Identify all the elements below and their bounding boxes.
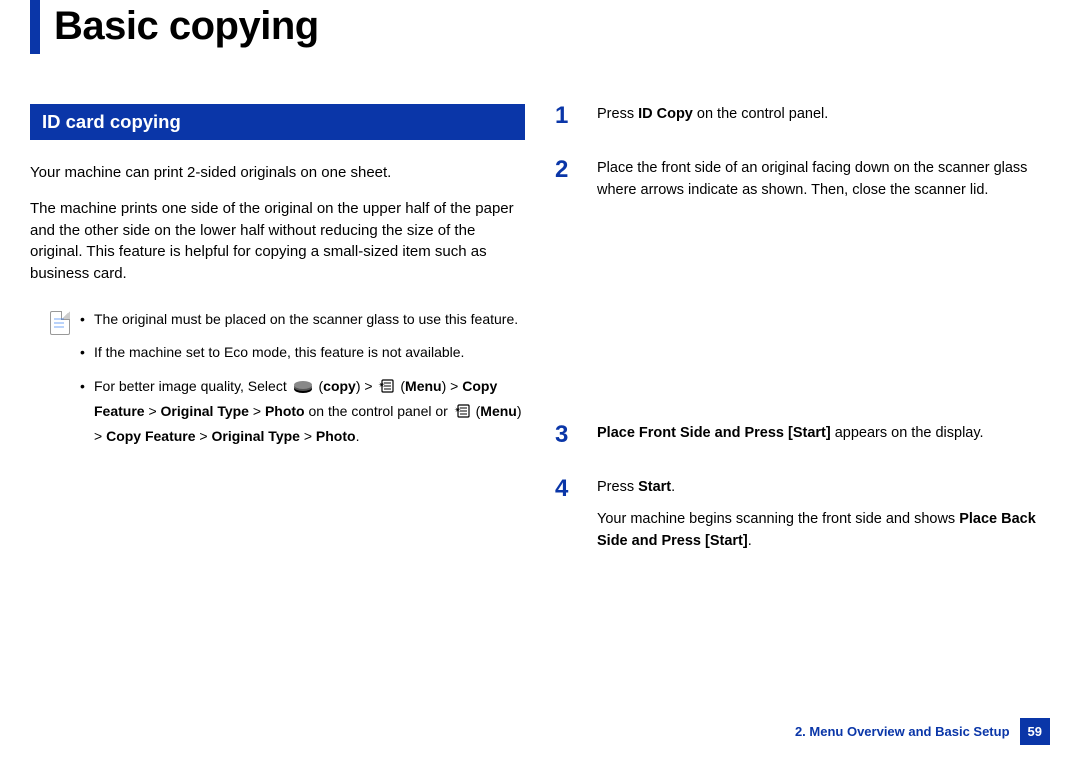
step4-p1-b: Start bbox=[638, 479, 671, 495]
note3-photo2: Photo bbox=[316, 428, 356, 444]
svg-text:✴: ✴ bbox=[454, 405, 462, 415]
footer-page-number: 59 bbox=[1020, 718, 1050, 745]
step-2-figure-placeholder bbox=[597, 211, 1050, 401]
content-columns: ID card copying Your machine can print 2… bbox=[30, 104, 1050, 584]
right-column: 1 Press ID Copy on the control panel. 2 … bbox=[555, 104, 1050, 584]
note3-gt6: > bbox=[196, 428, 212, 444]
step-4-number: 4 bbox=[555, 477, 579, 562]
step-2-number: 2 bbox=[555, 158, 579, 402]
note3-gt2: ) > bbox=[442, 378, 463, 394]
step-1: 1 Press ID Copy on the control panel. bbox=[555, 104, 1050, 136]
note3-copy: copy bbox=[323, 378, 356, 394]
step4-p1-t2: . bbox=[671, 479, 675, 495]
step4-p1-t1: Press bbox=[597, 479, 638, 495]
note3-origtype: Original Type bbox=[161, 403, 249, 419]
note3-menu: Menu bbox=[405, 378, 442, 394]
step-2: 2 Place the front side of an original fa… bbox=[555, 158, 1050, 402]
step-3-number: 3 bbox=[555, 423, 579, 455]
note3-pre: For better image quality, Select bbox=[94, 378, 291, 394]
intro-para-1: Your machine can print 2-sided originals… bbox=[30, 162, 525, 184]
note-item-1: The original must be placed on the scann… bbox=[80, 309, 525, 331]
page: Basic copying ID card copying Your machi… bbox=[0, 0, 1080, 763]
step2-t1: Place the front side of an original faci… bbox=[597, 158, 1050, 202]
step-3: 3 Place Front Side and Press [Start] app… bbox=[555, 423, 1050, 455]
left-column: ID card copying Your machine can print 2… bbox=[30, 104, 525, 584]
step-3-body: Place Front Side and Press [Start] appea… bbox=[597, 423, 984, 455]
page-footer: 2. Menu Overview and Basic Setup 59 bbox=[795, 718, 1050, 745]
step1-t1: Press bbox=[597, 106, 638, 122]
note-item-2: If the machine set to Eco mode, this fea… bbox=[80, 342, 525, 364]
step1-b1: ID Copy bbox=[638, 106, 693, 122]
step-1-body: Press ID Copy on the control panel. bbox=[597, 104, 828, 136]
step4-p2-t2: . bbox=[748, 533, 752, 549]
title-accent-bar bbox=[30, 0, 40, 54]
note3-photo: Photo bbox=[265, 403, 305, 419]
step-2-body: Place the front side of an original faci… bbox=[597, 158, 1050, 402]
section-heading: ID card copying bbox=[30, 104, 525, 140]
page-title: Basic copying bbox=[54, 0, 319, 54]
menu-icon-2: ✴ bbox=[454, 403, 470, 426]
note3-copyfeature2: Copy Feature bbox=[106, 428, 195, 444]
note3-gt7: > bbox=[300, 428, 316, 444]
intro-para-2: The machine prints one side of the origi… bbox=[30, 198, 525, 285]
copy-icon bbox=[293, 379, 313, 401]
menu-icon: ✴ bbox=[378, 378, 394, 401]
page-title-wrap: Basic copying bbox=[30, 0, 1050, 54]
note-icon bbox=[50, 311, 70, 335]
step-4: 4 Press Start. Your machine begins scann… bbox=[555, 477, 1050, 562]
note3-gt3: > bbox=[145, 403, 161, 419]
note-item-3: For better image quality, Select (copy) … bbox=[80, 376, 525, 447]
step-4-body: Press Start. Your machine begins scannin… bbox=[597, 477, 1050, 562]
footer-chapter: 2. Menu Overview and Basic Setup bbox=[795, 718, 1020, 745]
steps-list: 1 Press ID Copy on the control panel. 2 … bbox=[555, 104, 1050, 562]
note3-origtype2: Original Type bbox=[212, 428, 300, 444]
svg-text:✴: ✴ bbox=[378, 380, 386, 390]
step1-t2: on the control panel. bbox=[693, 106, 828, 122]
step3-t2: appears on the display. bbox=[831, 425, 984, 441]
note-body: The original must be placed on the scann… bbox=[80, 309, 525, 459]
note3-oncp: on the control panel or bbox=[305, 403, 452, 419]
step-1-number: 1 bbox=[555, 104, 579, 136]
note3-gt4: > bbox=[249, 403, 265, 419]
note3-menu2: Menu bbox=[480, 403, 517, 419]
step4-p2-t1: Your machine begins scanning the front s… bbox=[597, 511, 959, 527]
note-box: The original must be placed on the scann… bbox=[30, 309, 525, 459]
note3-end: . bbox=[356, 428, 360, 444]
step3-b1: Place Front Side and Press [Start] bbox=[597, 425, 831, 441]
note3-gt1: ) > bbox=[356, 378, 377, 394]
